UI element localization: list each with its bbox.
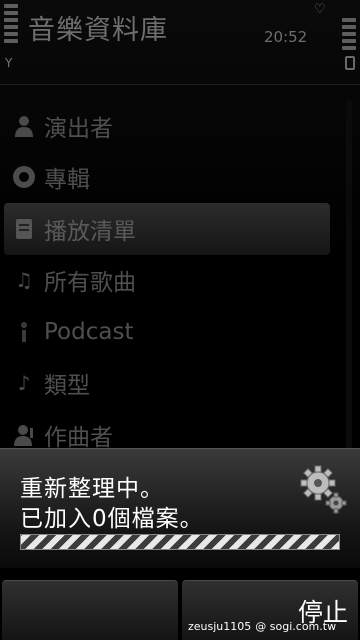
menu-item-label: 播放清單	[44, 218, 136, 245]
left-softkey[interactable]	[2, 580, 178, 640]
menu-item-label: 作曲者	[44, 424, 113, 451]
notification-icon: ♡	[314, 2, 326, 17]
person-icon	[12, 114, 36, 138]
genre-icon: ♪	[17, 371, 31, 396]
header-divider	[0, 84, 360, 85]
library-menu: 演出者 專輯 播放清單 ♫ 所有歌曲 Podcast ♪ 類型 作曲者	[0, 100, 340, 461]
music-library-screen: Y 音樂資料庫 ♡ 20:52 演出者 專輯 播放清單 ♫ 所有歌曲 Podca…	[0, 0, 360, 640]
menu-item-label: 所有歌曲	[44, 270, 136, 297]
menu-item-albums[interactable]: 專輯	[0, 152, 340, 204]
menu-item-artists[interactable]: 演出者	[0, 100, 340, 152]
music-note-icon: ♫	[15, 268, 33, 293]
battery-level-indicator	[342, 18, 356, 53]
antenna-icon: Y	[5, 56, 13, 70]
menu-item-label: Podcast	[44, 318, 134, 345]
dialog-file-count-text: 已加入0個檔案。	[20, 506, 204, 532]
gears-icon	[300, 465, 347, 514]
menu-item-podcast[interactable]: Podcast	[0, 306, 340, 358]
scrollbar[interactable]	[346, 100, 352, 450]
watermark: zeusju1105 @ sogi.com.tw	[188, 620, 336, 633]
battery-icon	[345, 56, 355, 70]
menu-item-genres[interactable]: ♪ 類型	[0, 358, 340, 410]
menu-item-label: 演出者	[44, 115, 113, 142]
page-title: 音樂資料庫	[28, 15, 168, 46]
dialog-status-text: 重新整理中。	[20, 476, 164, 502]
watermark-user: zeusju1105	[188, 620, 252, 633]
clock: 20:52	[264, 28, 308, 46]
menu-item-playlists[interactable]: 播放清單	[4, 203, 330, 255]
menu-item-label: 專輯	[44, 167, 90, 194]
menu-item-label: 類型	[44, 373, 90, 400]
watermark-site: @ sogi.com.tw	[255, 620, 337, 633]
refresh-progress-dialog: 重新整理中。 已加入0個檔案。	[0, 448, 360, 568]
playlist-icon	[12, 217, 36, 241]
signal-strength-indicator	[4, 4, 18, 46]
podcast-icon	[12, 320, 36, 344]
menu-item-all-songs[interactable]: ♫ 所有歌曲	[0, 255, 340, 307]
refresh-progress-bar	[20, 534, 340, 550]
disc-icon	[12, 165, 36, 189]
composer-icon	[12, 423, 36, 447]
